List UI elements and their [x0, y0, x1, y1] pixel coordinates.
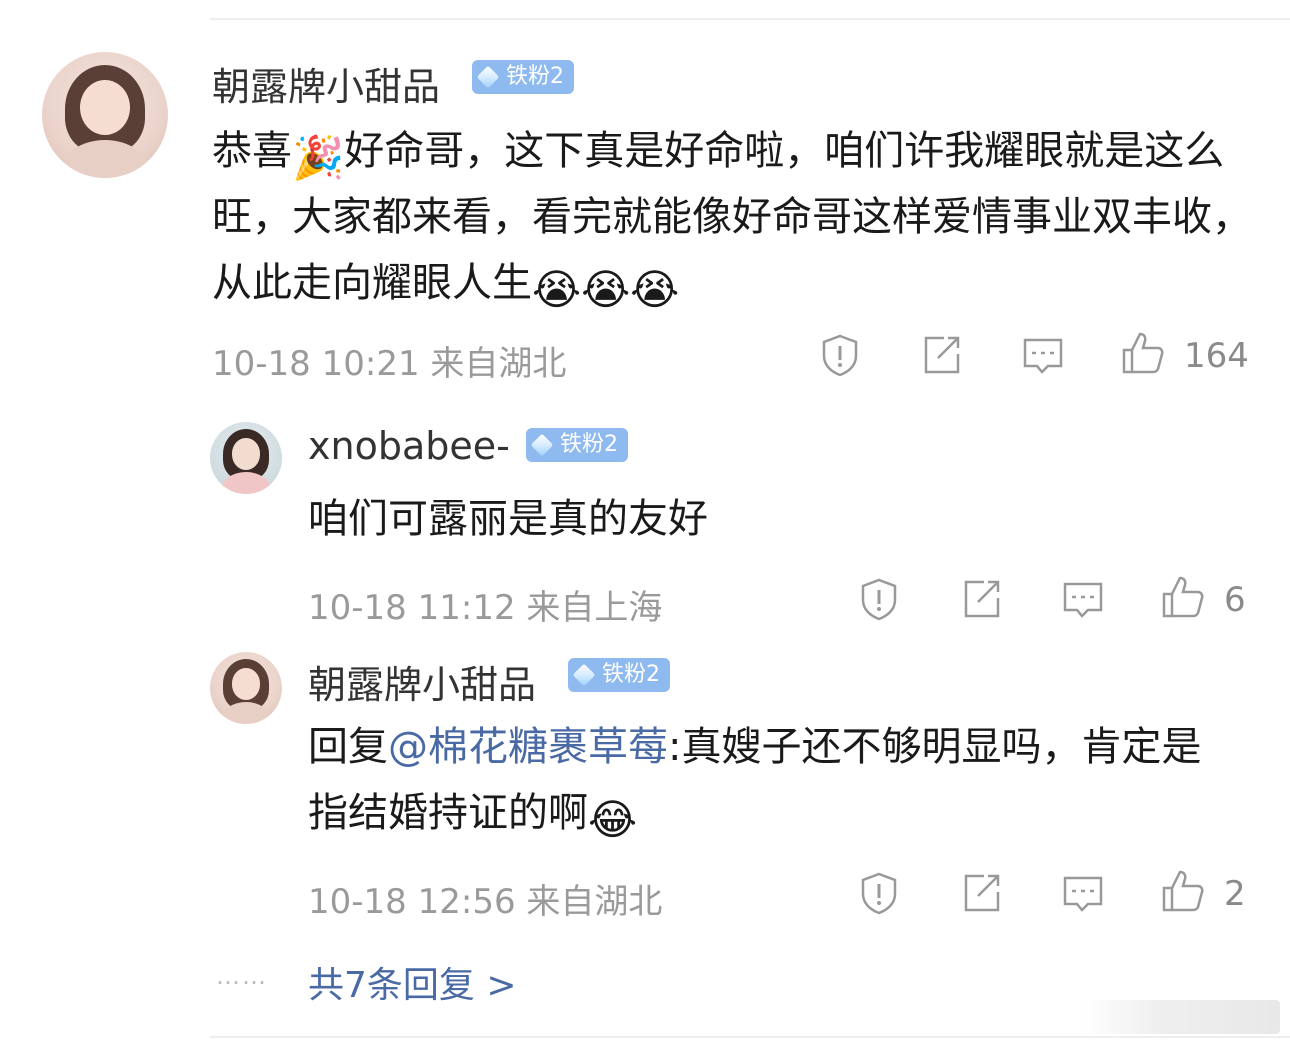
avatar[interactable]: [210, 422, 282, 494]
badge-label: 铁粉2: [506, 64, 564, 89]
badge-label: 铁粉2: [602, 662, 660, 687]
comment-icon[interactable]: [1060, 576, 1106, 622]
username[interactable]: 朝露牌小甜品: [212, 56, 440, 111]
fan-badge[interactable]: 铁粉2: [472, 60, 574, 94]
location: 来自湖北: [526, 882, 663, 922]
comment-text-part: 恭喜: [212, 128, 292, 174]
report-icon[interactable]: [856, 576, 902, 622]
timestamp: 10-18 11:12: [308, 588, 516, 628]
like-count: 164: [1184, 336, 1249, 376]
comment-text: 回复@棉花糖裹草莓:真嫂子还不够明显吗，肯定是指结婚持证的啊😂: [308, 714, 1228, 846]
crying-emoji: 😭: [581, 265, 631, 314]
avatar[interactable]: [42, 52, 168, 178]
comment-text: 恭喜🎉好命哥，这下真是好命啦，咱们许我耀眼就是这么旺，大家都来看，看完就能像好命…: [212, 118, 1252, 316]
share-icon[interactable]: [958, 870, 1004, 916]
comment-meta: 10-18 10:21 来自湖北: [212, 336, 566, 385]
report-icon[interactable]: [856, 870, 902, 916]
timestamp: 10-18 10:21: [212, 344, 420, 384]
crying-emoji: 😭: [630, 265, 680, 314]
avatar[interactable]: [210, 652, 282, 724]
comment-text-part: 好命哥，这下真是好命啦，咱们许我耀眼就是这么旺，大家都来看，看完就能像好命哥这样…: [212, 128, 1252, 306]
comment-meta: 10-18 12:56 来自湖北: [308, 874, 662, 923]
badge-label: 铁粉2: [560, 432, 618, 457]
fan-badge[interactable]: 铁粉2: [568, 658, 670, 692]
share-icon[interactable]: [918, 332, 964, 378]
fan-badge[interactable]: 铁粉2: [526, 428, 628, 462]
comment-icon[interactable]: [1060, 870, 1106, 916]
comment-icon[interactable]: [1020, 332, 1066, 378]
bottom-divider: [210, 1036, 1290, 1038]
username[interactable]: xnobabee-: [308, 424, 510, 468]
location: 来自上海: [526, 588, 663, 628]
like-count: 2: [1224, 874, 1246, 914]
top-divider: [210, 18, 1290, 20]
comment-meta: 10-18 11:12 来自上海: [308, 580, 662, 629]
timestamp: 10-18 12:56: [308, 882, 516, 922]
watermark: [1080, 1000, 1280, 1034]
username[interactable]: 朝露牌小甜品: [308, 654, 536, 709]
share-icon[interactable]: [958, 576, 1004, 622]
party-popper-emoji: 🎉: [292, 133, 345, 182]
laughing-emoji: 😂: [588, 795, 638, 844]
view-more-replies-link[interactable]: 共7条回复 >: [308, 956, 517, 1008]
like-count: 6: [1224, 580, 1246, 620]
ellipsis-dots: ……: [216, 962, 268, 990]
reply-prefix: 回复: [308, 724, 388, 770]
diamond-icon: [530, 433, 554, 457]
comment-text: 咱们可露丽是真的友好: [308, 496, 708, 542]
diamond-icon: [476, 65, 500, 89]
crying-emoji: 😭: [532, 265, 582, 314]
report-icon[interactable]: [817, 332, 863, 378]
mention-link[interactable]: @棉花糖裹草莓: [388, 724, 668, 770]
diamond-icon: [572, 663, 596, 687]
like-icon[interactable]: [1160, 574, 1206, 620]
like-icon[interactable]: [1160, 868, 1206, 914]
like-icon[interactable]: [1120, 330, 1166, 376]
location: 来自湖北: [430, 344, 567, 384]
